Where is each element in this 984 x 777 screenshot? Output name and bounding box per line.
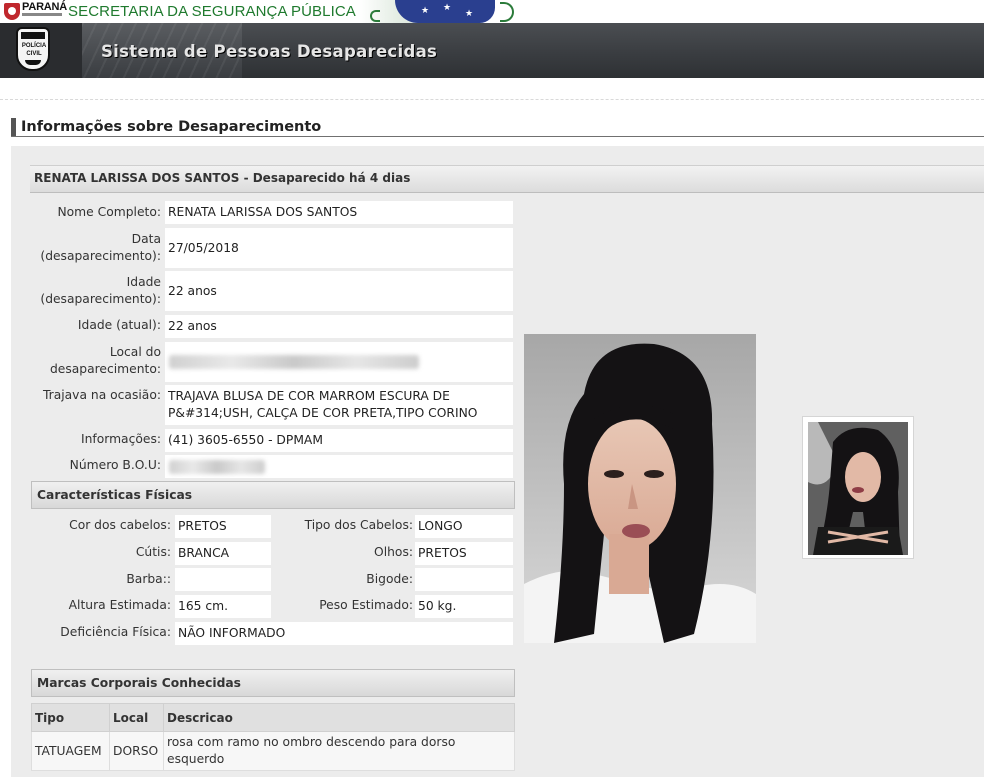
label-eyes: Olhos:: [374, 545, 413, 559]
label-age-at-disappearance: Idade (desaparecimento):: [40, 275, 161, 306]
label-clothing: Trajava na ocasião:: [42, 388, 161, 402]
dashed-divider: [0, 99, 984, 100]
value-mustache: [415, 568, 513, 591]
redacted-location-blur: [169, 355, 419, 369]
badge-text-policia: POLÍCIA: [21, 43, 47, 49]
portrait-photo-icon: [524, 334, 756, 643]
site-header: POLÍCIA CIVIL Sistema de Pessoas Desapar…: [0, 23, 984, 78]
value-hair-type: LONGO: [415, 515, 513, 538]
value-disability: NÃO INFORMADO: [175, 622, 513, 645]
value-age-at-disappearance: 22 anos: [165, 271, 513, 311]
body-marks-table: Tipo Local Descricao TATUAGEM DORSO rosa…: [31, 703, 515, 771]
table-row: TATUAGEM DORSO rosa com ramo no ombro de…: [31, 731, 515, 771]
section-heading: Informações sobre Desaparecimento: [11, 117, 984, 137]
system-title: Sistema de Pessoas Desaparecidas: [101, 42, 438, 61]
label-beard: Barba::: [126, 572, 171, 586]
star-icon: ★: [443, 3, 452, 13]
person-header-bar: RENATA LARISSA DOS SANTOS - Desaparecido…: [30, 165, 984, 193]
badge-text-civil: CIVIL: [26, 51, 42, 57]
table-header-row: Tipo Local Descricao: [31, 703, 515, 732]
value-weight: 50 kg.: [415, 595, 513, 618]
portrait-thumbnail-icon: [808, 422, 908, 555]
top-strip: PARANÁ SECRETARIA DA SEGURANÇA PÚBLICA ★…: [0, 0, 984, 23]
person-header: RENATA LARISSA DOS SANTOS - Desaparecido…: [34, 171, 411, 185]
section-heading-bar: [11, 118, 16, 136]
label-full-name: Nome Completo:: [57, 205, 161, 219]
column-header-local: Local: [109, 703, 164, 732]
value-clothing: TRAJAVA BLUSA DE COR MARROM ESCURA DE P&…: [165, 385, 513, 425]
state-subtitle-deco: [22, 13, 62, 16]
column-header-descricao: Descricao: [163, 703, 515, 732]
missing-person-thumbnail[interactable]: [802, 416, 914, 559]
column-header-tipo: Tipo: [31, 703, 110, 732]
label-hair-color: Cor dos cabelos:: [69, 518, 171, 532]
badge-bottom-band: [25, 60, 41, 65]
laurel-left-icon: [370, 10, 380, 22]
cell-descricao: rosa com ramo no ombro descendo para dor…: [163, 731, 515, 771]
label-mustache: Bigode:: [366, 572, 413, 586]
state-name: PARANÁ: [22, 1, 68, 13]
label-disappearance-date: Data (desaparecimento):: [40, 232, 161, 263]
label-information: Informações:: [80, 432, 161, 446]
star-icon: ★: [421, 6, 430, 16]
value-height: 165 cm.: [175, 595, 271, 618]
physical-characteristics-title: Características Físicas: [37, 488, 193, 502]
flag-blue-field: ★ ★ ★: [395, 0, 495, 23]
policia-civil-badge-icon[interactable]: POLÍCIA CIVIL: [16, 27, 50, 71]
label-weight: Peso Estimado:: [319, 598, 413, 612]
physical-characteristics-header: Características Físicas: [31, 481, 515, 509]
value-information: (41) 3605-6550 - DPMAM: [165, 429, 513, 452]
label-disability: Deficiência Física:: [60, 625, 171, 639]
value-beard: [175, 568, 271, 591]
value-hair-color: PRETOS: [175, 515, 271, 538]
redacted-bou-blur: [169, 459, 265, 474]
thumbnail-image: [808, 422, 908, 555]
label-hair-type: Tipo dos Cabelos:: [304, 518, 413, 532]
badge-top-band: [21, 32, 45, 39]
label-skin: Cútis:: [135, 545, 171, 559]
star-icon: ★: [465, 9, 474, 19]
missing-person-photo[interactable]: [524, 334, 756, 643]
label-bou-number: Número B.O.U:: [69, 458, 161, 472]
label-disappearance-location: Local do desaparecimento:: [49, 345, 161, 376]
label-height: Altura Estimada:: [68, 598, 171, 612]
value-skin: BRANCA: [175, 542, 271, 565]
value-disappearance-date: 27/05/2018: [165, 228, 513, 268]
parana-coat-of-arms-icon: [4, 3, 20, 20]
value-disappearance-location: [165, 342, 513, 382]
value-full-name: RENATA LARISSA DOS SANTOS: [165, 201, 513, 224]
body-marks-header: Marcas Corporais Conhecidas: [31, 669, 515, 697]
cell-tipo: TATUAGEM: [31, 731, 110, 771]
cell-local: DORSO: [109, 731, 164, 771]
value-bou-number: [165, 455, 513, 478]
value-current-age: 22 anos: [165, 315, 513, 338]
label-current-age: Idade (atual):: [77, 318, 161, 332]
secretaria-title: SECRETARIA DA SEGURANÇA PÚBLICA: [68, 3, 356, 20]
section-title: Informações sobre Desaparecimento: [21, 119, 322, 135]
body-marks-title: Marcas Corporais Conhecidas: [37, 676, 241, 690]
value-eyes: PRETOS: [415, 542, 513, 565]
